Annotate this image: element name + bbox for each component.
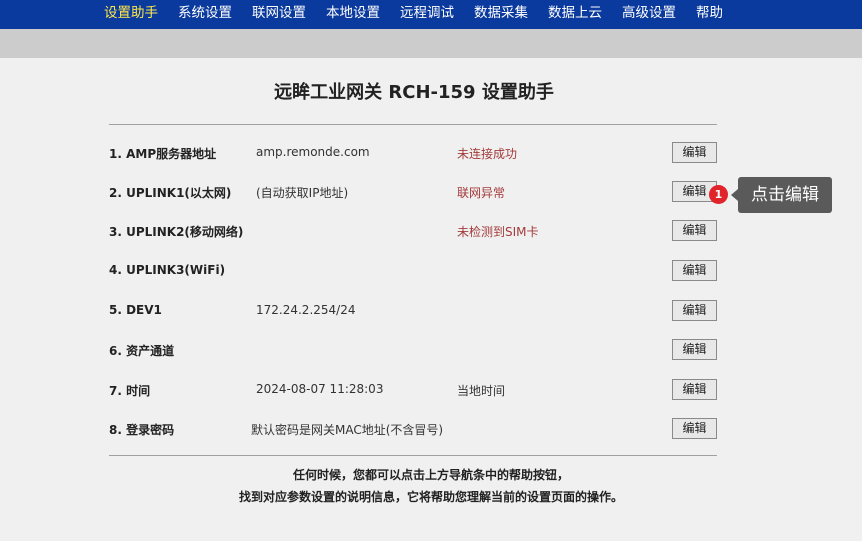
- row-name: 2. UPLINK1(以太网): [109, 186, 232, 200]
- click-edit-tooltip: 点击编辑: [731, 177, 832, 213]
- row-value: 2024-08-07 11:28:03: [256, 382, 384, 396]
- row-status: 未连接成功: [457, 147, 518, 161]
- row-name: 4. UPLINK3(WiFi): [109, 263, 226, 277]
- edit-button-uplink3[interactable]: 编辑: [672, 260, 717, 281]
- settings-row-amp-server: 1. AMP服务器地址 amp.remonde.com 未连接成功 编辑: [0, 142, 862, 164]
- row-value: (自动获取IP地址): [256, 186, 349, 200]
- nav-item-system-settings[interactable]: 系统设置: [178, 0, 232, 29]
- settings-row-uplink2: 3. UPLINK2(移动网络) 未检测到SIM卡 编辑: [0, 220, 862, 242]
- edit-button-time[interactable]: 编辑: [672, 379, 717, 400]
- row-status: 当地时间: [457, 384, 506, 398]
- settings-row-asset-channel: 6. 资产通道 编辑: [0, 339, 862, 361]
- settings-row-uplink3: 4. UPLINK3(WiFi) 编辑: [0, 260, 862, 282]
- nav-item-data-cloud[interactable]: 数据上云: [548, 0, 602, 29]
- nav-item-setup-wizard[interactable]: 设置助手: [104, 0, 158, 29]
- help-note-line-2: 找到对应参数设置的说明信息，它将帮助您理解当前的设置页面的操作。: [238, 490, 623, 504]
- row-status: 联网异常: [457, 186, 506, 200]
- step-number-badge: 1: [709, 185, 728, 204]
- bottom-divider: [109, 455, 717, 456]
- nav-item-advanced-settings[interactable]: 高级设置: [622, 0, 676, 29]
- nav-item-local-settings[interactable]: 本地设置: [326, 0, 380, 29]
- nav-item-remote-debug[interactable]: 远程调试: [400, 0, 454, 29]
- help-note-line-1: 任何时候，您都可以点击上方导航条中的帮助按钮，: [292, 468, 569, 482]
- row-value: amp.remonde.com: [256, 145, 370, 159]
- edit-button-login-password[interactable]: 编辑: [672, 418, 717, 439]
- row-name: 3. UPLINK2(移动网络): [109, 225, 244, 239]
- page-title: 远眸工业网关 RCH-159 设置助手: [274, 82, 554, 103]
- edit-button-amp-server[interactable]: 编辑: [672, 142, 717, 163]
- top-divider: [109, 124, 717, 125]
- nav-item-data-collection[interactable]: 数据采集: [474, 0, 528, 29]
- row-value: 172.24.2.254/24: [256, 303, 356, 317]
- settings-row-dev1: 5. DEV1 172.24.2.254/24 编辑: [0, 300, 862, 322]
- edit-button-uplink2[interactable]: 编辑: [672, 220, 717, 241]
- nav-item-network-settings[interactable]: 联网设置: [252, 0, 306, 29]
- settings-row-time: 7. 时间 2024-08-07 11:28:03 当地时间 编辑: [0, 379, 862, 401]
- row-name: 6. 资产通道: [109, 344, 175, 358]
- edit-button-asset-channel[interactable]: 编辑: [672, 339, 717, 360]
- top-navigation-bar: 设置助手 系统设置 联网设置 本地设置 远程调试 数据采集 数据上云 高级设置 …: [0, 0, 862, 29]
- row-status: 未检测到SIM卡: [457, 225, 539, 239]
- edit-button-dev1[interactable]: 编辑: [672, 300, 717, 321]
- nav-item-help[interactable]: 帮助: [696, 0, 723, 29]
- row-name: 8. 登录密码: [109, 423, 175, 437]
- sub-navigation-bar: [0, 29, 862, 58]
- row-value: 默认密码是网关MAC地址(不含冒号): [251, 423, 444, 437]
- settings-row-login-password: 8. 登录密码 默认密码是网关MAC地址(不含冒号) 编辑: [0, 418, 862, 440]
- row-name: 5. DEV1: [109, 303, 162, 317]
- row-name: 7. 时间: [109, 384, 151, 398]
- row-name: 1. AMP服务器地址: [109, 147, 217, 161]
